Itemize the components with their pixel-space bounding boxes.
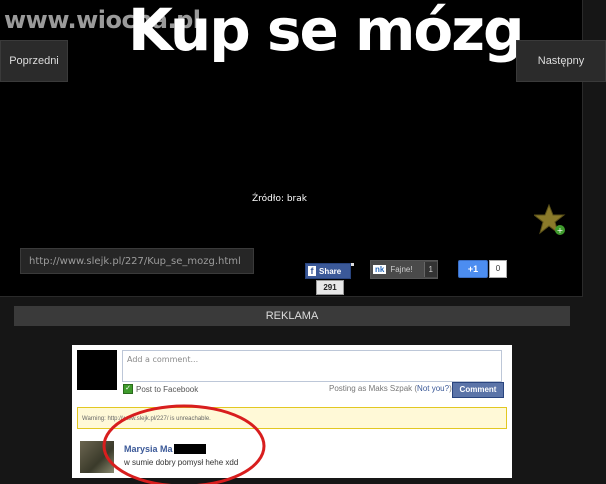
facebook-share-count: 291: [316, 280, 344, 295]
nk-like-button[interactable]: nk Fajne! 1: [370, 260, 438, 279]
redaction-block: [173, 444, 206, 454]
nk-logo-icon: nk: [373, 265, 387, 274]
share-url-field[interactable]: http://www.slejk.pl/227/Kup_se_mozg.html: [20, 248, 254, 274]
facebook-share-label: Share: [319, 266, 342, 276]
meme-panel: www.wiocha.pl Kup se mózg Poprzedni Nast…: [0, 0, 606, 297]
checkbox-checked-icon[interactable]: ✓: [123, 384, 133, 394]
google-plus-count: 0: [489, 260, 507, 278]
nk-label: Fajne!: [390, 265, 413, 274]
commenter-name-text: Marysia Ma: [124, 444, 173, 454]
post-to-facebook-label: Post to Facebook: [136, 384, 199, 394]
current-user-avatar: [77, 350, 117, 390]
comment-input[interactable]: Add a comment...: [122, 350, 502, 382]
source-label: Źródło: brak: [252, 194, 307, 204]
comment-submit-button[interactable]: Comment: [452, 382, 504, 398]
previous-button[interactable]: Poprzedni: [0, 40, 68, 82]
favorite-star-icon[interactable]: +: [532, 203, 566, 236]
commenter-name[interactable]: Marysia Ma: [124, 444, 206, 454]
post-to-facebook-row[interactable]: ✓ Post to Facebook: [123, 384, 198, 394]
google-plus-one-button[interactable]: +1: [458, 260, 488, 278]
not-you-link[interactable]: Not you?: [417, 384, 449, 393]
meme-title: Kup se mózg: [128, 0, 525, 64]
next-button[interactable]: Następny: [516, 40, 606, 82]
svg-text:+: +: [557, 226, 564, 235]
separator-dot: [351, 263, 354, 266]
facebook-share-button[interactable]: f Share: [305, 263, 351, 279]
nk-count: 1: [423, 262, 437, 277]
posting-as-prefix: Posting as Maks Szpak (: [329, 384, 418, 393]
posting-as-text: Posting as Maks Szpak (Not you?): [329, 384, 452, 393]
facebook-icon: f: [308, 266, 316, 276]
facebook-comments-widget: Add a comment... ✓ Post to Facebook Post…: [72, 345, 512, 478]
advertisement-bar: REKLAMA: [14, 306, 570, 326]
warning-message: Warning: http://www.slejk.pl/227/ is unr…: [77, 407, 507, 429]
comment-text: w sumie dobry pomysł hehe xdd: [124, 458, 239, 467]
commenter-avatar: [80, 441, 114, 473]
